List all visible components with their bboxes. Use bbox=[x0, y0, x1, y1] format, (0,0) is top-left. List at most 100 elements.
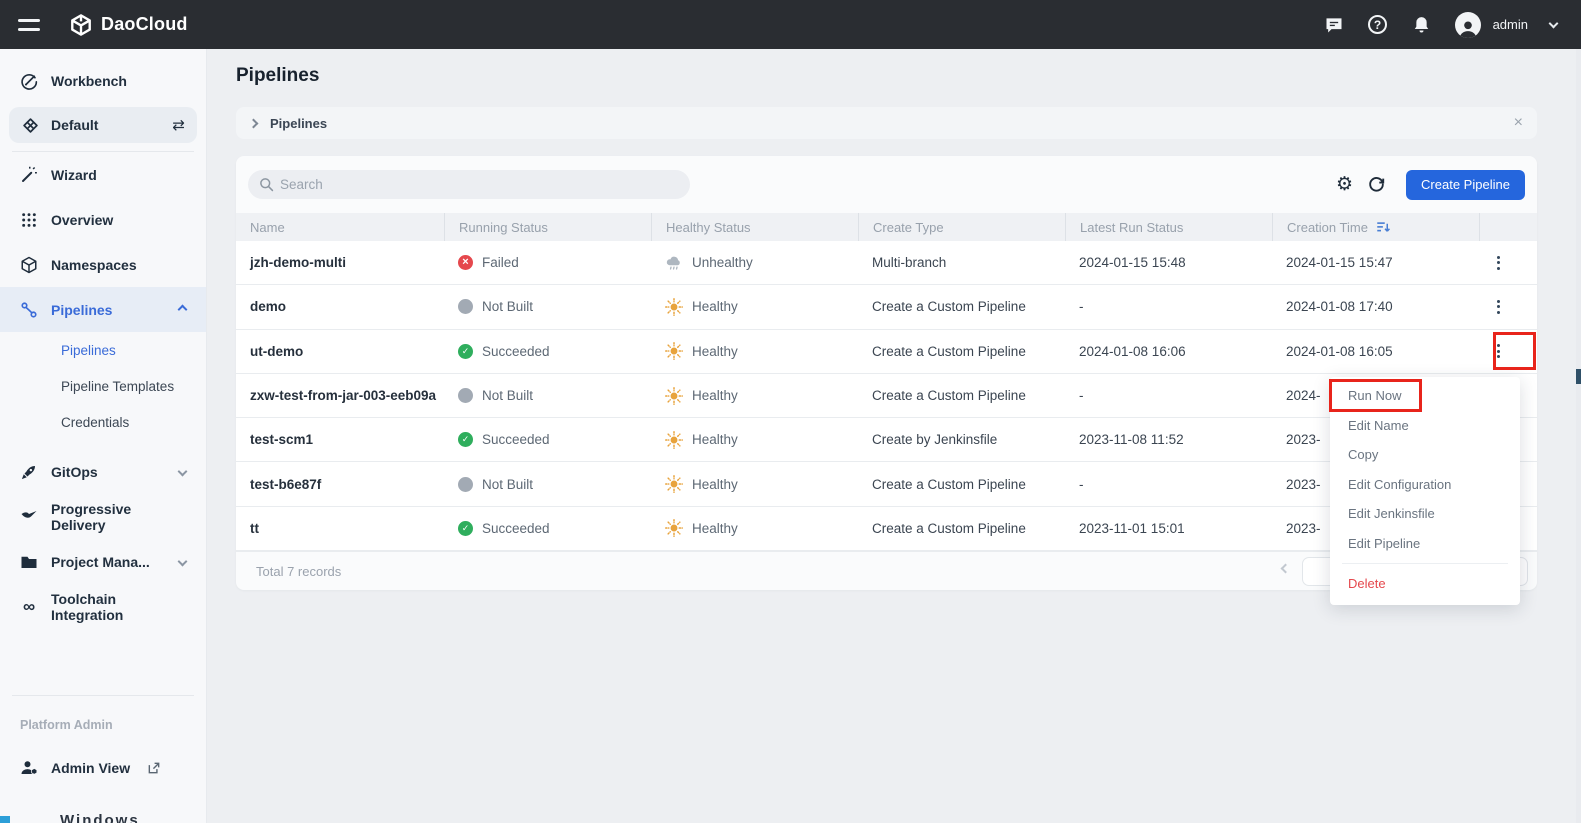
total-records-label: Total 7 records bbox=[256, 564, 341, 579]
workspace-selector[interactable]: Default ⇄ bbox=[9, 107, 197, 143]
sidebar-item-wizard[interactable]: Wizard bbox=[0, 152, 206, 197]
user-menu-chevron-icon[interactable] bbox=[1549, 18, 1559, 28]
latest-run-status-cell: - bbox=[1065, 477, 1272, 492]
brand-name: DaoCloud bbox=[101, 14, 188, 35]
table-row[interactable]: ut-demo Succeeded Healthy Create a Custo… bbox=[236, 330, 1537, 374]
sidebar-subitem-pipeline-templates[interactable]: Pipeline Templates bbox=[0, 368, 206, 404]
pipeline-name-cell[interactable]: test-scm1 bbox=[236, 432, 444, 447]
running-status-cell: Succeeded bbox=[444, 432, 651, 447]
menu-item-edit-configuration[interactable]: Edit Configuration bbox=[1330, 470, 1520, 500]
settings-gear-icon[interactable]: ⚙ bbox=[1336, 175, 1353, 194]
row-actions-button[interactable] bbox=[1487, 294, 1510, 320]
topbar: DaoCloud ? admin bbox=[0, 0, 1581, 49]
create-type-cell: Create a Custom Pipeline bbox=[858, 521, 1065, 536]
running-status-icon bbox=[458, 299, 473, 314]
collapse-chevron-icon[interactable] bbox=[178, 305, 188, 315]
create-type-cell: Create a Custom Pipeline bbox=[858, 477, 1065, 492]
healthy-status-cell: Healthy bbox=[651, 387, 858, 405]
close-icon[interactable]: × bbox=[1514, 115, 1523, 131]
menu-item-edit-jenkinsfile[interactable]: Edit Jenkinsfile bbox=[1330, 499, 1520, 529]
scrollbar-track[interactable] bbox=[1576, 49, 1581, 823]
sun-icon bbox=[665, 298, 683, 316]
sidebar-item-toolchain-integration[interactable]: ∞ Toolchain Integration bbox=[0, 584, 206, 629]
workspace-name: Default bbox=[51, 117, 98, 133]
column-header-actions bbox=[1479, 213, 1537, 241]
pipeline-name-cell[interactable]: ut-demo bbox=[236, 344, 444, 359]
row-actions-button[interactable] bbox=[1487, 250, 1510, 276]
gitops-icon bbox=[20, 463, 38, 481]
refresh-icon[interactable] bbox=[1367, 175, 1386, 194]
user-avatar[interactable] bbox=[1455, 12, 1481, 38]
column-header-latest-run-status[interactable]: Latest Run Status bbox=[1065, 213, 1272, 241]
column-header-healthy-status[interactable]: Healthy Status bbox=[651, 213, 858, 241]
expand-chevron-icon[interactable] bbox=[178, 467, 188, 477]
sidebar-item-pipelines[interactable]: Pipelines bbox=[0, 287, 206, 332]
pagination-prev-icon[interactable] bbox=[1281, 564, 1291, 574]
sidebar-item-workbench[interactable]: Workbench bbox=[0, 63, 206, 99]
progressive-delivery-icon bbox=[20, 508, 38, 526]
scrollbar-thumb[interactable] bbox=[1576, 369, 1581, 384]
app: DaoCloud ? admin Workbench bbox=[0, 0, 1581, 823]
create-pipeline-button[interactable]: Create Pipeline bbox=[1406, 170, 1525, 200]
menu-item-copy[interactable]: Copy bbox=[1330, 440, 1520, 470]
create-type-cell: Create a Custom Pipeline bbox=[858, 344, 1065, 359]
column-header-creation-time[interactable]: Creation Time bbox=[1272, 213, 1479, 241]
pipeline-name-cell[interactable]: zxw-test-from-jar-003-eeb09a bbox=[236, 388, 444, 403]
menu-icon[interactable] bbox=[18, 19, 40, 31]
rain-cloud-icon bbox=[665, 254, 683, 272]
search-icon bbox=[259, 177, 274, 197]
column-header-running-status[interactable]: Running Status bbox=[444, 213, 651, 241]
sidebar-item-overview[interactable]: Overview bbox=[0, 197, 206, 242]
workbench-icon bbox=[20, 72, 38, 90]
chat-icon[interactable] bbox=[1323, 14, 1345, 36]
menu-item-edit-pipeline[interactable]: Edit Pipeline bbox=[1330, 529, 1520, 559]
running-status-cell: Failed bbox=[444, 255, 651, 270]
sidebar-subitem-credentials[interactable]: Credentials bbox=[0, 404, 206, 440]
bell-icon[interactable] bbox=[1411, 14, 1433, 36]
search-box bbox=[248, 170, 690, 199]
switch-workspace-icon[interactable]: ⇄ bbox=[172, 116, 185, 134]
pipeline-name-cell[interactable]: jzh-demo-multi bbox=[236, 255, 444, 270]
menu-item-run-now[interactable]: Run Now bbox=[1330, 381, 1520, 411]
context-menu-items: Run NowEdit NameCopyEdit ConfigurationEd… bbox=[1330, 381, 1520, 558]
table-row[interactable]: demo Not Built Healthy Create a Custom P… bbox=[236, 285, 1537, 329]
column-header-create-type[interactable]: Create Type bbox=[858, 213, 1065, 241]
expand-chevron-icon[interactable] bbox=[178, 557, 188, 567]
running-status-icon bbox=[458, 344, 473, 359]
menu-item-edit-name[interactable]: Edit Name bbox=[1330, 411, 1520, 441]
sun-icon bbox=[665, 342, 683, 360]
healthy-status-cell: Healthy bbox=[651, 475, 858, 493]
create-type-cell: Multi-branch bbox=[858, 255, 1065, 270]
sidebar-item-project-management[interactable]: Project Mana... bbox=[0, 539, 206, 584]
creation-time-cell: 2024-01-08 17:40 bbox=[1272, 299, 1479, 314]
running-status-icon bbox=[458, 521, 473, 536]
breadcrumb: Pipelines × bbox=[236, 107, 1537, 139]
column-header-name[interactable]: Name bbox=[236, 213, 444, 241]
menu-item-delete[interactable]: Delete bbox=[1330, 569, 1520, 599]
sidebar-item-admin-view[interactable]: Admin View bbox=[0, 750, 206, 786]
row-actions-button[interactable] bbox=[1487, 338, 1510, 364]
latest-run-status-cell: 2024-01-15 15:48 bbox=[1065, 255, 1272, 270]
sort-descending-icon[interactable] bbox=[1376, 221, 1391, 234]
sidebar-item-gitops[interactable]: GitOps bbox=[0, 449, 206, 494]
pipeline-name-cell[interactable]: tt bbox=[236, 521, 444, 536]
sun-icon bbox=[665, 475, 683, 493]
breadcrumb-item[interactable]: Pipelines bbox=[270, 116, 327, 131]
sidebar-item-progressive-delivery[interactable]: Progressive Delivery bbox=[0, 494, 206, 539]
table-row[interactable]: jzh-demo-multi Failed Unhealthy Multi-br… bbox=[236, 241, 1537, 285]
sidebar-subitem-pipelines[interactable]: Pipelines bbox=[0, 332, 206, 368]
sidebar-item-namespaces[interactable]: Namespaces bbox=[0, 242, 206, 287]
pipeline-name-cell[interactable]: demo bbox=[236, 299, 444, 314]
running-status-icon bbox=[458, 388, 473, 403]
search-input[interactable] bbox=[248, 170, 690, 199]
help-icon[interactable]: ? bbox=[1367, 14, 1389, 36]
latest-run-status-cell: 2023-11-01 15:01 bbox=[1065, 521, 1272, 536]
pipeline-name-cell[interactable]: test-b6e87f bbox=[236, 477, 444, 492]
daocloud-logo-icon bbox=[70, 14, 92, 36]
latest-run-status-cell: 2024-01-08 16:06 bbox=[1065, 344, 1272, 359]
sun-icon bbox=[665, 387, 683, 405]
sidebar: Workbench Default ⇄ Wizard Overview bbox=[0, 49, 207, 823]
create-type-cell: Create by Jenkinsfile bbox=[858, 432, 1065, 447]
admin-view-icon bbox=[20, 759, 38, 777]
clipped-bottom-chip bbox=[0, 816, 10, 823]
